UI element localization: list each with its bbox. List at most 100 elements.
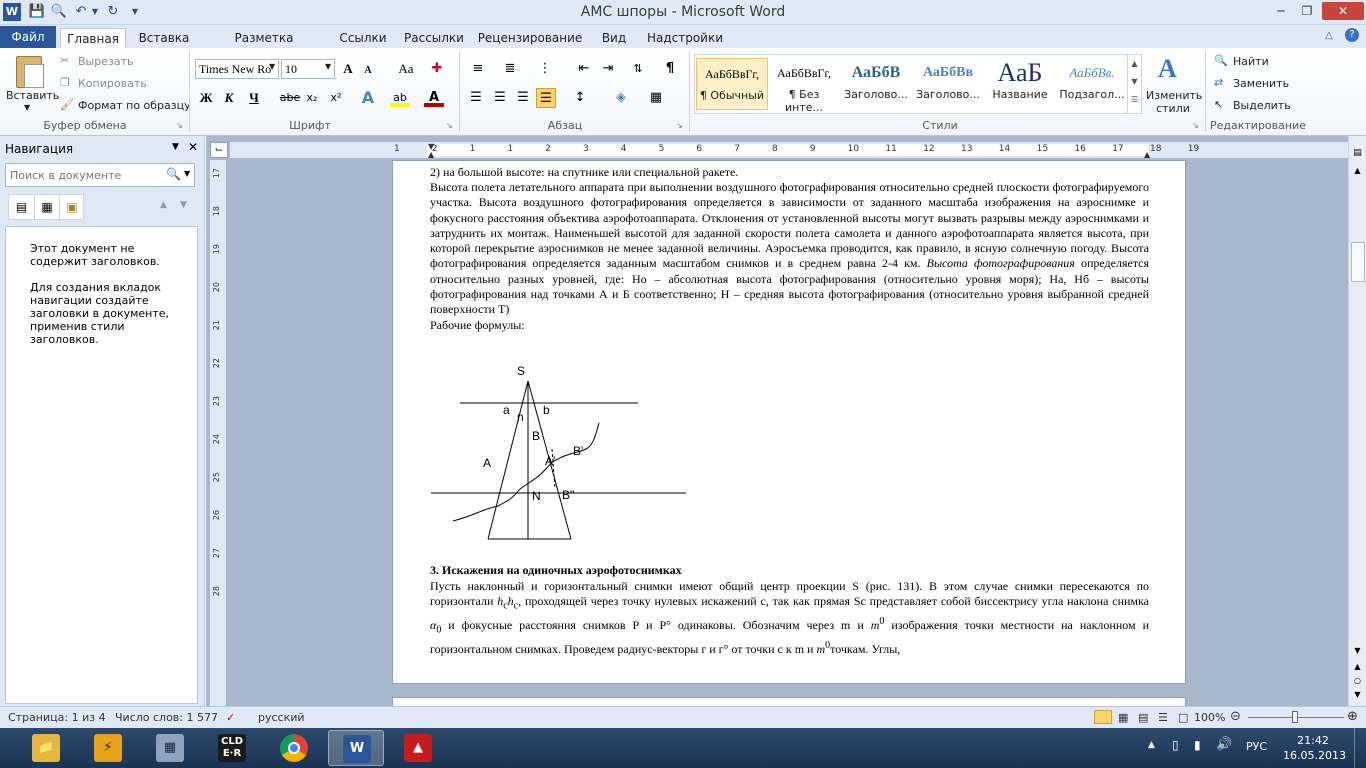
vertical-scrollbar[interactable]: ▤ ▲ ▼ ▲ ○ ▼ <box>1348 136 1366 706</box>
nav-search-box[interactable]: 🔍 ▼ <box>5 163 195 187</box>
browse-object-icon[interactable]: ○ <box>1351 676 1364 690</box>
borders-icon[interactable]: ▦ <box>646 88 666 108</box>
paste-button[interactable]: Вставить <box>6 89 59 102</box>
draft-icon[interactable]: □ <box>1178 711 1188 724</box>
tab-view[interactable]: Вид <box>594 28 634 48</box>
word-taskbar-icon[interactable]: W <box>328 730 384 766</box>
tab-file[interactable]: Файл <box>0 26 56 48</box>
print-layout-icon[interactable] <box>1094 710 1112 724</box>
zoom-level[interactable]: 100% <box>1194 711 1225 724</box>
close-button[interactable]: ✕ <box>1322 2 1364 20</box>
cut-icon[interactable]: ✂ <box>60 54 69 67</box>
language-status[interactable]: русский <box>258 711 305 724</box>
zoom-in-icon[interactable]: ⊕ <box>1347 709 1358 724</box>
change-case-icon[interactable]: Aa <box>392 59 420 79</box>
scroll-up-icon[interactable]: ▲ <box>1351 166 1364 180</box>
tab-review[interactable]: Рецензирование <box>476 28 584 48</box>
shading-icon[interactable]: ◈ <box>611 88 631 108</box>
previous-heading-icon[interactable]: ▲ <box>160 200 167 210</box>
sort-icon[interactable]: ⇅ <box>628 59 648 79</box>
clipboard-launcher-icon[interactable]: ↘ <box>176 121 183 130</box>
font-launcher-icon[interactable]: ↘ <box>446 121 453 130</box>
horizontal-ruler[interactable]: ▼ ▲ ▲ 1 2 1 1 2 3 4 5 6 7 8 9 10 11 12 13 14 15 16 17 18 19 <box>230 142 1348 159</box>
explorer-taskbar-icon[interactable]: 📁 <box>18 730 74 766</box>
minimize-ribbon-icon[interactable]: △ <box>1325 30 1333 41</box>
document-page[interactable]: 2) на большой высоте: на спутнике или сп… <box>392 160 1186 684</box>
paragraph-launcher-icon[interactable]: ↘ <box>676 121 683 130</box>
replace-button[interactable]: Заменить <box>1233 77 1289 90</box>
battery-icon[interactable]: ▯ <box>1172 738 1179 752</box>
bold-button[interactable]: Ж <box>196 88 216 108</box>
search-icon[interactable]: 🔍 <box>166 167 181 181</box>
tab-addins[interactable]: Надстройки <box>644 28 726 48</box>
style-normal[interactable]: АаБбВвГг, ¶ Обычный <box>696 58 768 110</box>
show-marks-icon[interactable]: ¶ <box>660 59 680 79</box>
align-left-icon[interactable]: ☰ <box>466 88 486 108</box>
headings-view-icon[interactable]: ▤ <box>9 195 34 219</box>
shrink-font-icon[interactable]: A <box>358 61 378 81</box>
show-desktop-button[interactable] <box>1354 728 1366 768</box>
minimize-button[interactable]: ─ <box>1268 2 1294 20</box>
select-button[interactable]: Выделить <box>1233 99 1291 112</box>
style-no-spacing[interactable]: АаБбВвГг, ¶ Без инте... <box>768 58 840 114</box>
align-right-icon[interactable]: ☰ <box>513 88 533 108</box>
style-heading2[interactable]: АаБбВв Заголово... <box>912 58 984 110</box>
format-painter-button[interactable]: Формат по образцу <box>78 99 191 112</box>
style-subtitle[interactable]: АаБбВв. Подзагол... <box>1056 58 1128 110</box>
calculator-taskbar-icon[interactable]: ▦ <box>142 730 198 766</box>
clear-formatting-icon[interactable]: ✚ <box>427 59 447 79</box>
proofing-icon[interactable]: ✓ <box>226 711 235 724</box>
paste-dropdown-icon[interactable]: ▼ <box>24 103 30 112</box>
tab-home[interactable]: Главная <box>60 28 126 48</box>
font-color-icon[interactable]: A <box>424 88 444 107</box>
gallery-scroll[interactable]: ▲ ▼ ☰ <box>1127 55 1141 113</box>
text-effects-icon[interactable]: A <box>358 88 378 108</box>
cut-button[interactable]: Вырезать <box>78 55 133 68</box>
volume-icon[interactable]: 🔊 <box>1216 737 1232 752</box>
acrobat-taskbar-icon[interactable]: ▲ <box>390 730 446 766</box>
chrome-taskbar-icon[interactable] <box>266 730 322 766</box>
change-styles-icon[interactable]: A <box>1158 54 1186 83</box>
outline-icon[interactable]: ☰ <box>1158 711 1168 724</box>
bullets-icon[interactable]: ≡ <box>468 59 488 79</box>
superscript-button[interactable]: x² <box>326 88 346 108</box>
find-button[interactable]: Найти <box>1233 55 1269 68</box>
find-icon[interactable]: 🔍 <box>1214 54 1228 67</box>
numbering-icon[interactable]: ≣ <box>500 59 520 79</box>
font-name-dropdown-icon[interactable]: ▼ <box>269 62 275 71</box>
tab-insert[interactable]: Вставка <box>134 28 194 48</box>
style-title[interactable]: АаБ Название <box>984 58 1056 110</box>
font-name-box[interactable]: Times New Ro <box>195 59 279 79</box>
scroll-down-icon[interactable]: ▼ <box>1351 646 1364 660</box>
highlight-icon[interactable]: ab <box>390 88 410 107</box>
tab-references[interactable]: Ссылки <box>334 28 392 48</box>
nav-options-icon[interactable]: ▼ <box>172 142 179 152</box>
word-count[interactable]: Число слов: 1 577 <box>115 711 218 724</box>
search-dropdown-icon[interactable]: ▼ <box>184 169 190 178</box>
results-view-icon[interactable]: ▣ <box>59 195 84 219</box>
previous-page-icon[interactable]: ▲ <box>1351 662 1364 676</box>
zoom-out-icon[interactable]: ⊝ <box>1230 709 1241 724</box>
copy-button[interactable]: Копировать <box>78 77 147 90</box>
input-language[interactable]: РУС <box>1246 740 1267 753</box>
help-icon[interactable]: ? <box>1345 28 1359 42</box>
winamp-taskbar-icon[interactable]: ⚡ <box>80 730 136 766</box>
replace-icon[interactable]: ⇄ <box>1214 76 1223 89</box>
select-icon[interactable]: ↖ <box>1214 98 1223 111</box>
clock[interactable]: 21:42 16.05.2013 <box>1283 733 1346 763</box>
increase-indent-icon[interactable]: ⇥ <box>598 59 618 79</box>
show-hidden-icons[interactable]: ▲ <box>1148 740 1155 750</box>
line-spacing-icon[interactable]: ↕ <box>570 88 590 108</box>
cld-taskbar-icon[interactable]: CLD E·R <box>204 730 260 766</box>
tab-page-layout[interactable]: Разметка страницы <box>202 28 326 65</box>
change-styles-button[interactable]: Изменить стили <box>1146 89 1202 115</box>
style-heading1[interactable]: АаБбВ Заголово... <box>840 58 912 110</box>
strikethrough-button[interactable]: abe <box>278 88 302 108</box>
justify-icon[interactable]: ☰ <box>536 88 556 108</box>
scroll-thumb[interactable] <box>1351 242 1365 282</box>
align-center-icon[interactable]: ☰ <box>490 88 510 108</box>
next-page-icon[interactable]: ▼ <box>1351 690 1364 704</box>
subscript-button[interactable]: x₂ <box>302 88 322 108</box>
vertical-ruler[interactable]: 17 18 19 20 21 22 23 24 25 26 27 28 <box>210 160 226 706</box>
zoom-thumb[interactable] <box>1292 711 1298 723</box>
